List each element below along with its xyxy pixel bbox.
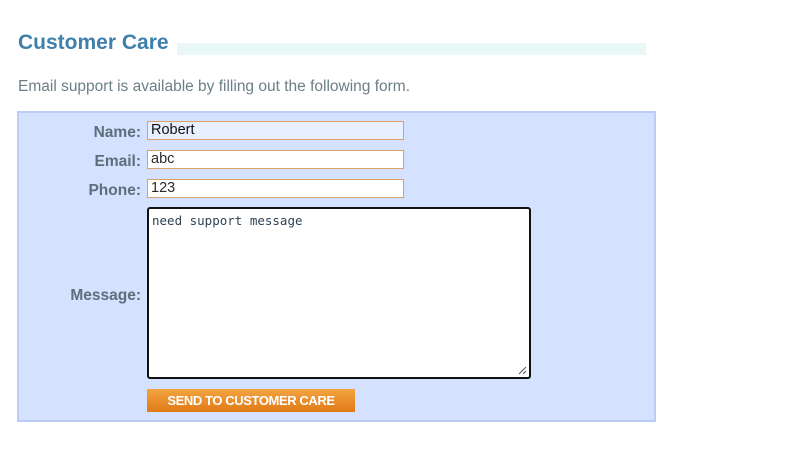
- support-form: Name: Robert Email: abc Phone: 123 Messa…: [17, 111, 656, 422]
- page-title: Customer Care: [18, 30, 171, 56]
- message-label: Message:: [70, 287, 141, 304]
- intro-text: Email support is available by filling ou…: [18, 78, 410, 95]
- email-label: Email:: [94, 153, 141, 170]
- message-text: need support message: [152, 213, 303, 228]
- title-underline-bar: [177, 43, 646, 55]
- name-label: Name:: [93, 124, 141, 141]
- message-textarea[interactable]: need support message: [147, 207, 531, 379]
- resize-grip-icon[interactable]: [518, 366, 527, 375]
- email-field[interactable]: abc: [147, 150, 404, 169]
- name-field[interactable]: Robert: [147, 121, 404, 140]
- customer-care-page: Customer Care Email support is available…: [0, 0, 797, 463]
- phone-label: Phone:: [88, 182, 141, 199]
- send-to-customer-care-button[interactable]: SEND TO CUSTOMER CARE: [147, 389, 355, 412]
- phone-field[interactable]: 123: [147, 179, 404, 198]
